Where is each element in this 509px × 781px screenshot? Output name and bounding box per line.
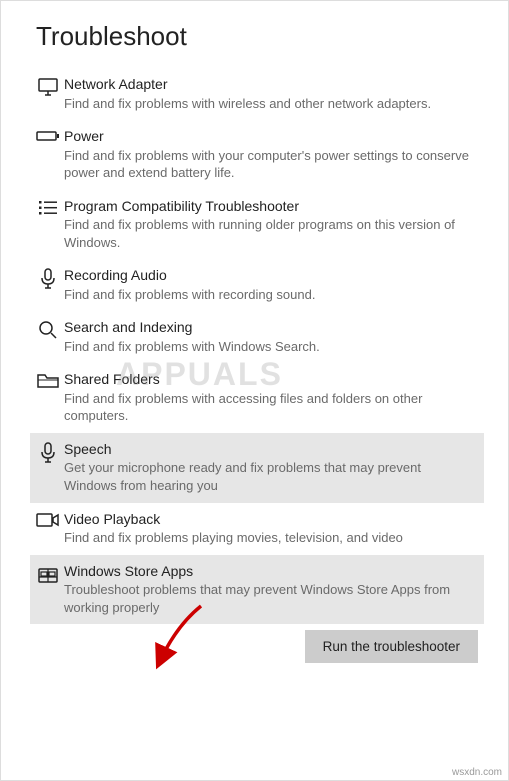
troubleshoot-item[interactable]: Shared FoldersFind and fix problems with…	[30, 363, 484, 433]
search-icon	[32, 319, 64, 345]
microphone-icon	[32, 267, 64, 293]
item-title: Shared Folders	[64, 371, 472, 389]
footer-text: wsxdn.com	[452, 767, 502, 778]
item-title: Program Compatibility Troubleshooter	[64, 198, 472, 216]
microphone-icon	[32, 441, 64, 467]
item-title: Speech	[64, 441, 472, 459]
item-title: Power	[64, 128, 472, 146]
store-icon	[32, 563, 64, 589]
item-title: Search and Indexing	[64, 319, 472, 337]
troubleshoot-item[interactable]: Network AdapterFind and fix problems wit…	[30, 68, 484, 120]
item-description: Find and fix problems with accessing fil…	[64, 390, 472, 425]
item-description: Find and fix problems playing movies, te…	[64, 529, 472, 547]
monitor-icon	[32, 76, 64, 102]
list-icon	[32, 198, 64, 224]
troubleshoot-item[interactable]: Recording AudioFind and fix problems wit…	[30, 259, 484, 311]
item-description: Find and fix problems with your computer…	[64, 147, 472, 182]
item-description: Find and fix problems with Windows Searc…	[64, 338, 472, 356]
item-description: Find and fix problems with wireless and …	[64, 95, 472, 113]
troubleshoot-item[interactable]: PowerFind and fix problems with your com…	[30, 120, 484, 190]
video-icon	[32, 511, 64, 537]
item-description: Find and fix problems with recording sou…	[64, 286, 472, 304]
page-title: Troubleshoot	[36, 21, 478, 52]
battery-icon	[32, 128, 64, 154]
item-title: Windows Store Apps	[64, 563, 472, 581]
item-description: Find and fix problems with running older…	[64, 216, 472, 251]
item-description: Troubleshoot problems that may prevent W…	[64, 581, 472, 616]
troubleshoot-item[interactable]: SpeechGet your microphone ready and fix …	[30, 433, 484, 503]
item-title: Video Playback	[64, 511, 472, 529]
troubleshoot-item[interactable]: Windows Store AppsTroubleshoot problems …	[30, 555, 484, 625]
run-troubleshooter-button[interactable]: Run the troubleshooter	[305, 630, 478, 663]
item-description: Get your microphone ready and fix proble…	[64, 459, 472, 494]
item-title: Network Adapter	[64, 76, 472, 94]
troubleshoot-item[interactable]: Program Compatibility TroubleshooterFind…	[30, 190, 484, 260]
troubleshoot-item[interactable]: Video PlaybackFind and fix problems play…	[30, 503, 484, 555]
item-title: Recording Audio	[64, 267, 472, 285]
folder-icon	[32, 371, 64, 397]
troubleshoot-item[interactable]: Search and IndexingFind and fix problems…	[30, 311, 484, 363]
